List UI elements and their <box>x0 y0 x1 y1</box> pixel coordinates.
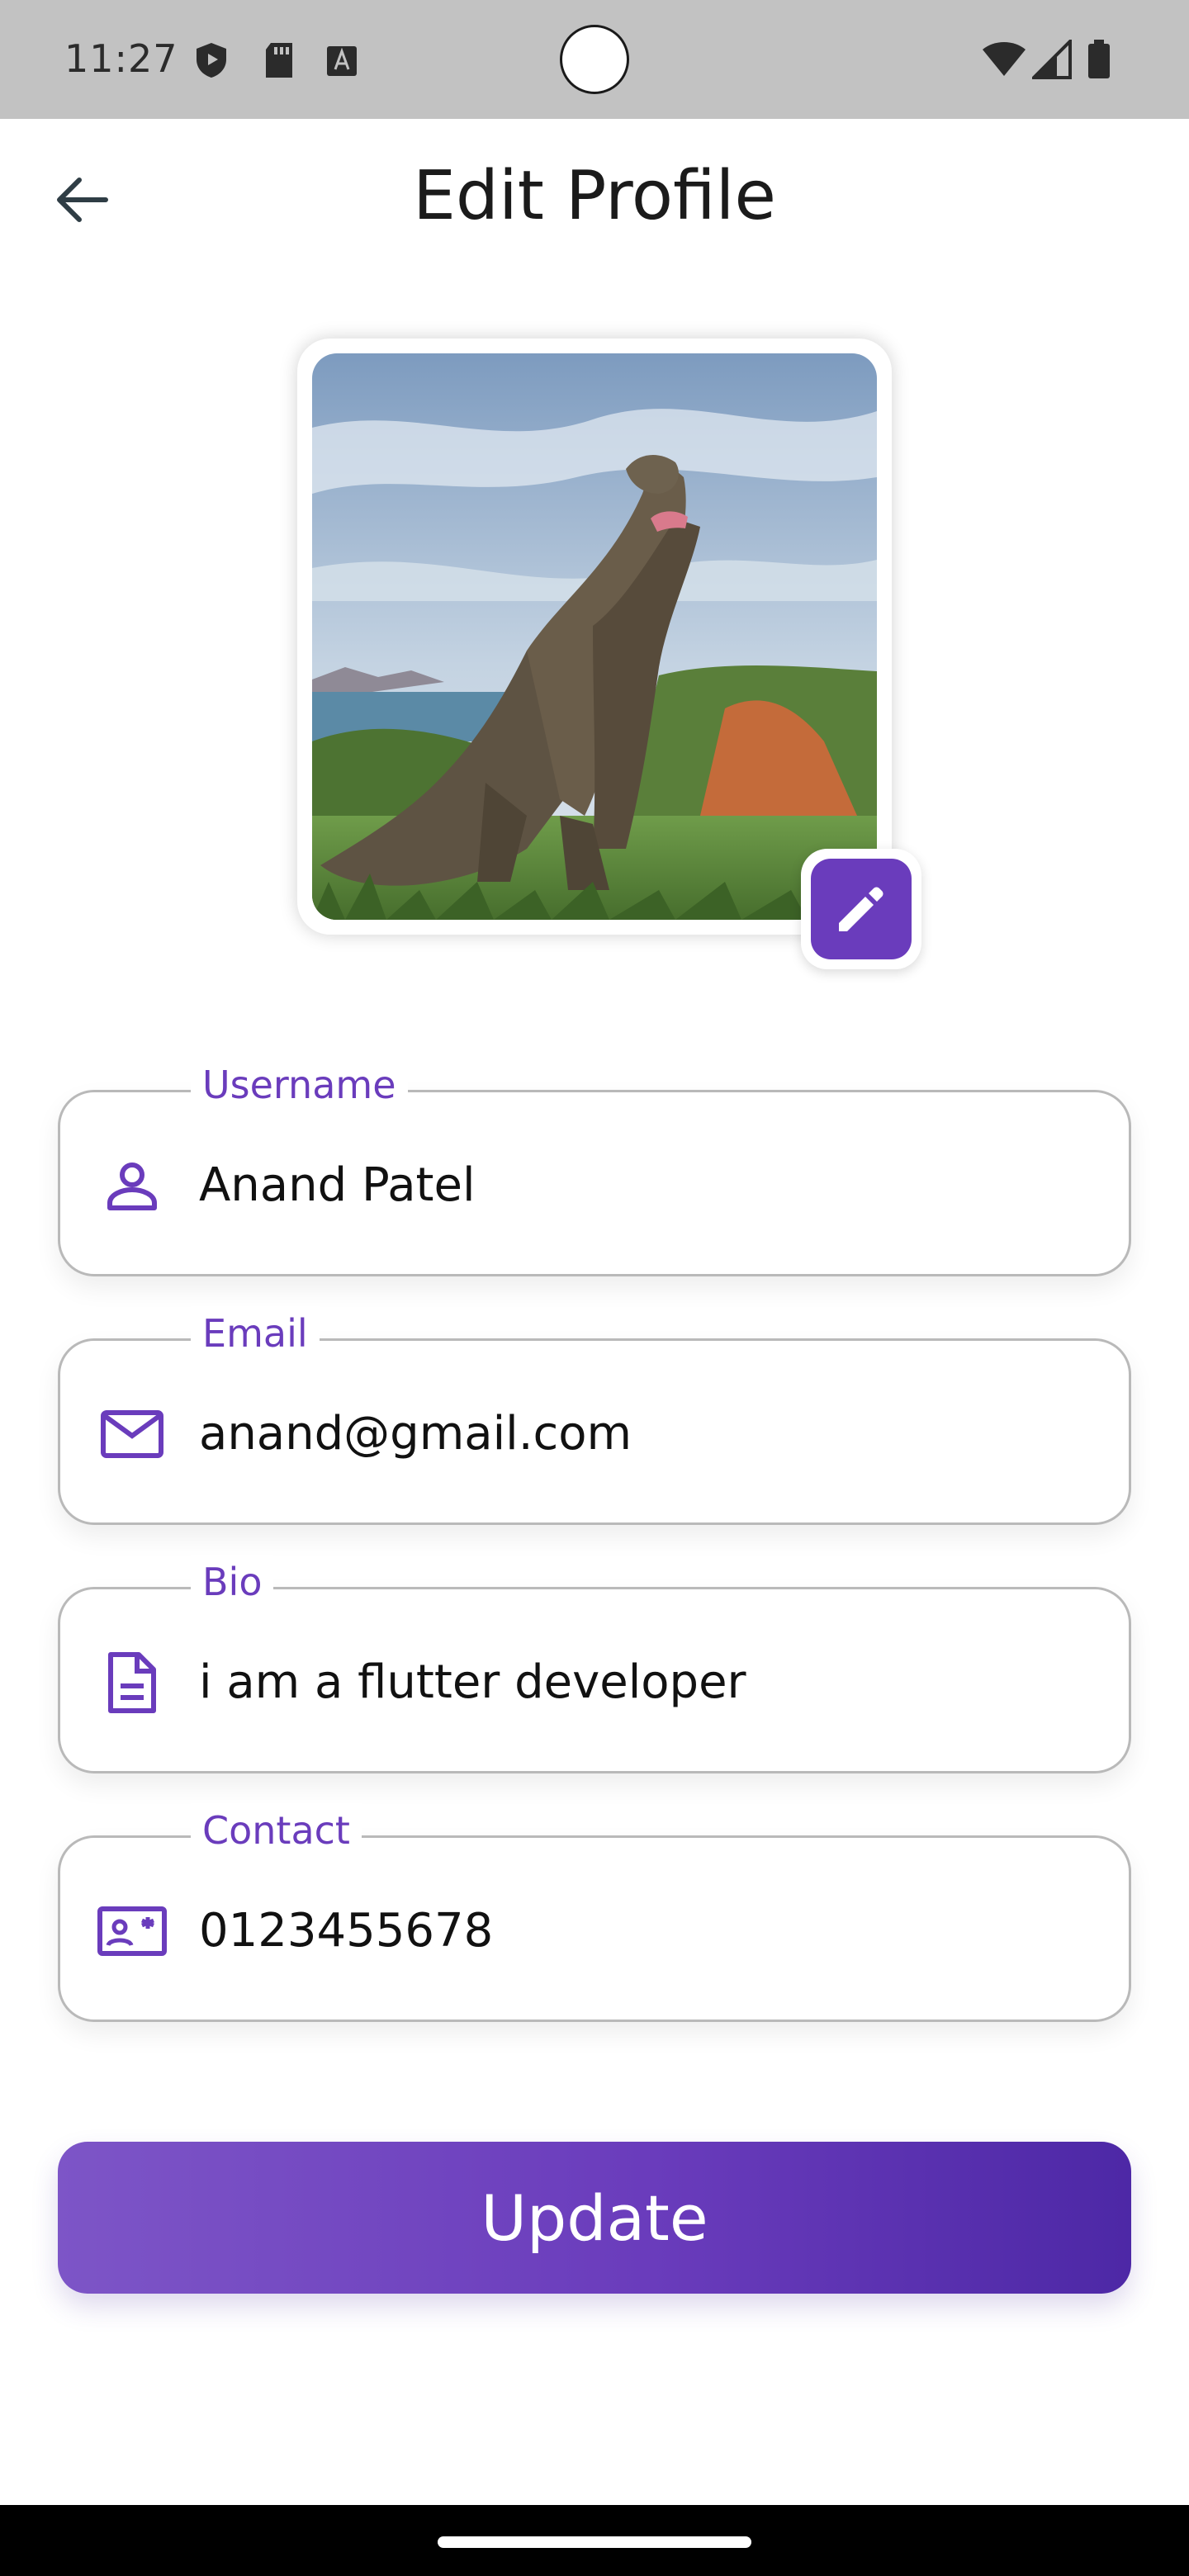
wifi-icon <box>981 40 1027 79</box>
email-label: Email <box>191 1306 320 1361</box>
email-input[interactable]: anand@gmail.com <box>199 1404 632 1465</box>
edit-photo-button-fill <box>811 859 912 959</box>
profile-photo[interactable] <box>312 353 877 920</box>
edit-photo-button[interactable] <box>801 849 921 969</box>
home-gesture-handle[interactable] <box>438 2536 751 2548</box>
page-title: Edit Profile <box>413 157 776 235</box>
contact-field[interactable]: Contact 0123455678 <box>58 1803 1131 2022</box>
bio-field[interactable]: Bio i am a flutter developer <box>58 1555 1131 1773</box>
contact-input[interactable]: 0123455678 <box>199 1901 493 1962</box>
text-a-icon <box>325 41 358 79</box>
username-label: Username <box>191 1058 408 1112</box>
bio-input[interactable]: i am a flutter developer <box>199 1652 746 1713</box>
system-navigation-bar <box>0 2505 1189 2576</box>
contact-label: Contact <box>191 1803 362 1858</box>
person-icon <box>97 1150 168 1221</box>
sd-card-icon <box>263 41 296 79</box>
bio-label: Bio <box>191 1555 274 1609</box>
email-field[interactable]: Email anand@gmail.com <box>58 1306 1131 1525</box>
pencil-icon <box>839 887 883 931</box>
contact-card-icon <box>97 1896 168 1967</box>
camera-cutout <box>560 25 629 94</box>
profile-photo-frame <box>297 339 892 935</box>
mail-icon <box>97 1399 168 1470</box>
username-input[interactable]: Anand Patel <box>199 1155 476 1216</box>
status-time: 11:27 <box>64 36 178 81</box>
battery-icon <box>1087 40 1111 79</box>
shield-icon <box>195 41 228 79</box>
update-button[interactable]: Update <box>58 2142 1131 2294</box>
status-bar: 11:27 <box>0 0 1189 119</box>
document-icon <box>97 1647 168 1718</box>
username-field[interactable]: Username Anand Patel <box>58 1058 1131 1276</box>
signal-icon <box>1030 37 1072 79</box>
